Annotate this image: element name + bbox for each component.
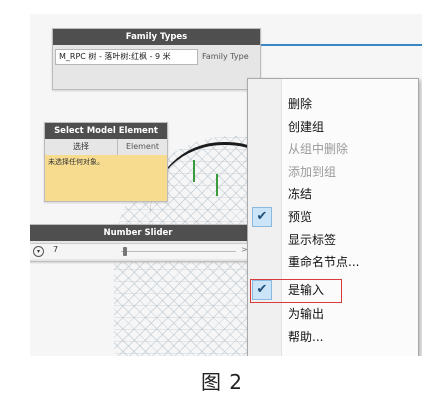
select-model-element-node[interactable]: Select Model Element 选择 Element 未选择任何对象。 — [44, 122, 168, 202]
output-port[interactable]: Family Type — [198, 49, 258, 65]
chevron-down-icon[interactable]: ▾ — [33, 246, 44, 257]
family-type-dropdown[interactable]: M_RPC 树 - 落叶树:红枫 - 9 米 — [55, 49, 198, 65]
figure-caption: 图 2 — [200, 370, 244, 394]
checkmark-icon: ✔ — [252, 207, 272, 227]
menu-item-label: 是输入 — [288, 283, 325, 297]
slider-thumb[interactable] — [123, 247, 127, 256]
number-slider-node[interactable]: Number Slider ▾ 7 > — [30, 224, 248, 262]
menu-item-label: 帮助... — [288, 330, 324, 344]
dropdown-value: M_RPC 树 - 落叶树:红枫 - 9 米 — [59, 52, 171, 61]
menu-item[interactable]: 删除 — [248, 93, 418, 115]
menu-item-label: 冻结 — [288, 187, 313, 201]
menu-item[interactable]: 冻结 — [248, 183, 418, 205]
dynamo-canvas[interactable]: Family Types M_RPC 树 - 落叶树:红枫 - 9 米 Fami… — [30, 14, 422, 356]
output-port[interactable]: Element — [118, 139, 167, 155]
menu-item[interactable]: 显示标签 — [248, 229, 418, 251]
context-menu: 删除创建组从组中删除添加到组冻结 ✔ 预览显示标签重命名节点... ✔ 是输入为输出帮助… — [247, 78, 419, 356]
slider-track[interactable] — [121, 251, 236, 252]
menu-item[interactable]: ✔ 预览 — [248, 206, 418, 228]
slider-value: 7 — [53, 245, 59, 254]
menu-item[interactable]: 帮助... — [248, 326, 418, 348]
select-button[interactable]: 选择 — [45, 139, 118, 155]
preview-green-line — [193, 160, 195, 182]
family-types-node[interactable]: Family Types M_RPC 树 - 落叶树:红枫 - 9 米 Fami… — [52, 28, 261, 90]
menu-item-label: 删除 — [288, 97, 313, 111]
menu-item-label: 预览 — [288, 210, 313, 224]
menu-item-label: 创建组 — [288, 120, 325, 134]
menu-item-label: 从组中删除 — [288, 142, 349, 156]
menu-item-label: 重命名节点... — [288, 255, 360, 269]
checkmark-icon: ✔ — [252, 280, 272, 300]
menu-item-label: 显示标签 — [288, 233, 337, 247]
menu-item: 添加到组 — [248, 161, 418, 183]
menu-item-label: 为输出 — [288, 307, 325, 321]
menu-item[interactable]: 创建组 — [248, 116, 418, 138]
node-title: Family Types — [53, 29, 260, 45]
menu-item: 从组中删除 — [248, 138, 418, 160]
node-title: Select Model Element — [45, 123, 167, 139]
menu-item-label: 添加到组 — [288, 165, 337, 179]
warning-message: 未选择任何对象。 — [45, 155, 167, 201]
menu-item[interactable]: 重命名节点... — [248, 251, 418, 273]
menu-item[interactable]: ✔ 是输入 — [248, 279, 418, 301]
node-title: Number Slider — [30, 225, 247, 241]
connector-wire — [258, 44, 422, 46]
preview-green-line — [216, 174, 218, 196]
menu-item[interactable]: 为输出 — [248, 303, 418, 325]
